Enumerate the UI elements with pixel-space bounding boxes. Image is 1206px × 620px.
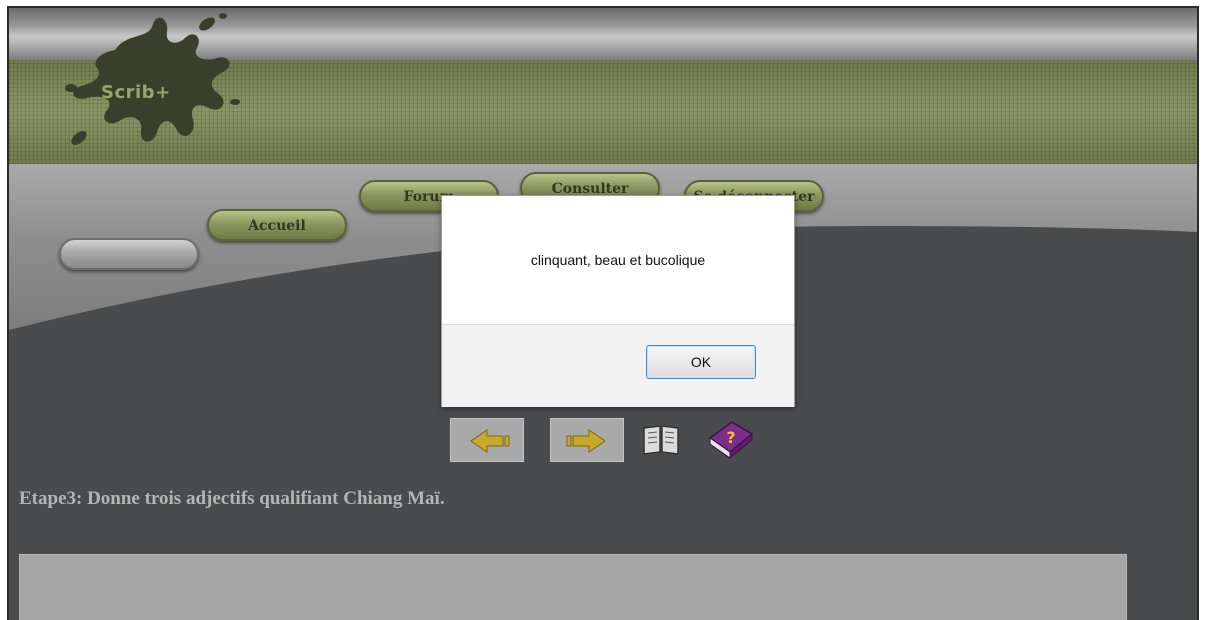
svg-text:?: ? [726, 428, 735, 447]
scrib-logo[interactable] [57, 10, 242, 150]
ok-button[interactable]: OK [646, 345, 756, 379]
alert-footer: OK [442, 324, 794, 407]
arrow-left-icon [470, 429, 510, 453]
answer-area[interactable] [19, 554, 1127, 620]
next-button[interactable] [550, 418, 624, 462]
step-instruction: Etape3: Donne trois adjectifs qualifiant… [19, 488, 445, 509]
logo-text: Scrib+ [101, 82, 171, 103]
nav-item-accueil[interactable]: Accueil [207, 209, 347, 241]
alert-dialog: clinquant, beau et bucolique OK [441, 195, 795, 407]
alert-message: clinquant, beau et bucolique [530, 252, 706, 268]
open-book-icon[interactable] [640, 418, 682, 458]
arrow-right-icon [566, 429, 606, 453]
previous-button[interactable] [450, 418, 524, 462]
nav-item-blank[interactable] [59, 238, 199, 270]
help-book-icon[interactable]: ? [706, 414, 756, 460]
